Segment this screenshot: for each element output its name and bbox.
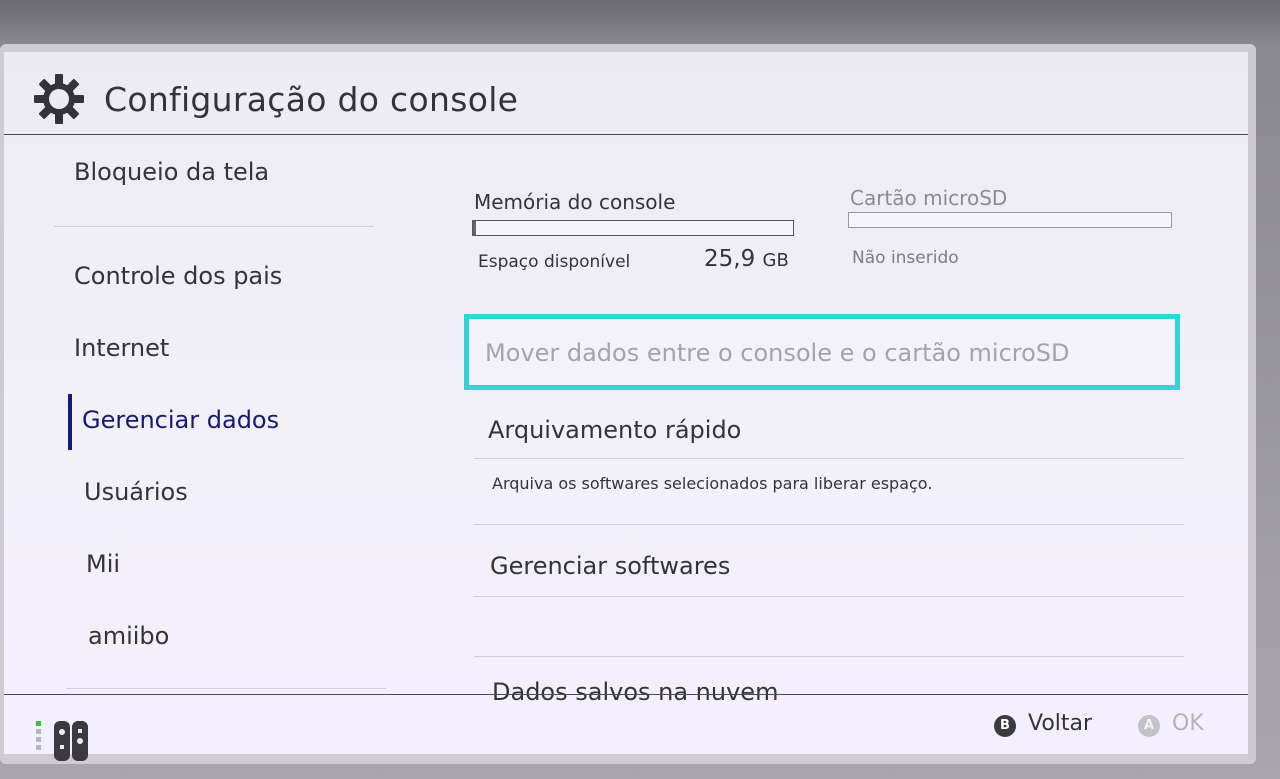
sidebar-active-indicator [68,394,72,450]
ok-button[interactable]: OK [1172,711,1204,736]
sidebar: Bloqueio da tela Controle dos pais Inter… [4,134,394,694]
menu-divider [474,596,1184,597]
sidebar-divider [66,688,386,689]
console-memory-title: Memória do console [474,190,676,214]
b-button-icon[interactable]: B [994,715,1016,737]
sidebar-item-internet[interactable]: Internet [74,334,169,362]
manage-software-option[interactable]: Gerenciar softwares [490,552,730,580]
console-controllers-icon [36,721,88,761]
sidebar-item-parental-controls[interactable]: Controle dos pais [74,262,282,290]
sidebar-item-mii[interactable]: Mii [86,550,120,578]
page-title: Configuração do console [104,80,519,119]
microsd-status: Não inserido [852,248,959,268]
sidebar-item-amiibo[interactable]: amiibo [88,622,169,650]
available-space-unit: GB [762,250,789,271]
available-space-value: 25,9 GB [704,246,789,272]
sidebar-item-screen-lock[interactable]: Bloqueio da tela [74,158,269,186]
move-data-option[interactable]: Mover dados entre o console e o cartão m… [464,314,1180,390]
menu-divider [474,656,1184,657]
gear-icon [34,74,84,124]
available-space-label: Espaço disponível [478,252,631,272]
footer-bar: B Voltar A OK [4,695,1248,761]
back-button[interactable]: Voltar [1028,711,1092,736]
page-header: Configuração do console [4,52,1248,135]
quick-archive-description: Arquiva os softwares selecionados para l… [492,474,933,493]
microsd-title: Cartão microSD [850,186,1008,210]
available-space-number: 25,9 [704,246,756,272]
menu-divider [474,524,1184,525]
quick-archive-option[interactable]: Arquivamento rápido [488,416,741,444]
menu-divider [474,458,1184,459]
sidebar-item-data-management[interactable]: Gerenciar dados [82,406,279,434]
a-button-icon[interactable]: A [1138,715,1160,737]
move-data-label: Mover dados entre o console e o cartão m… [485,339,1070,367]
microsd-bar [848,212,1172,228]
console-memory-used-fill [473,221,477,235]
console-memory-bar [472,220,794,236]
sidebar-divider [54,226,374,227]
sidebar-item-users[interactable]: Usuários [84,478,188,506]
console-screen: Configuração do console Bloqueio da tela… [4,52,1248,761]
